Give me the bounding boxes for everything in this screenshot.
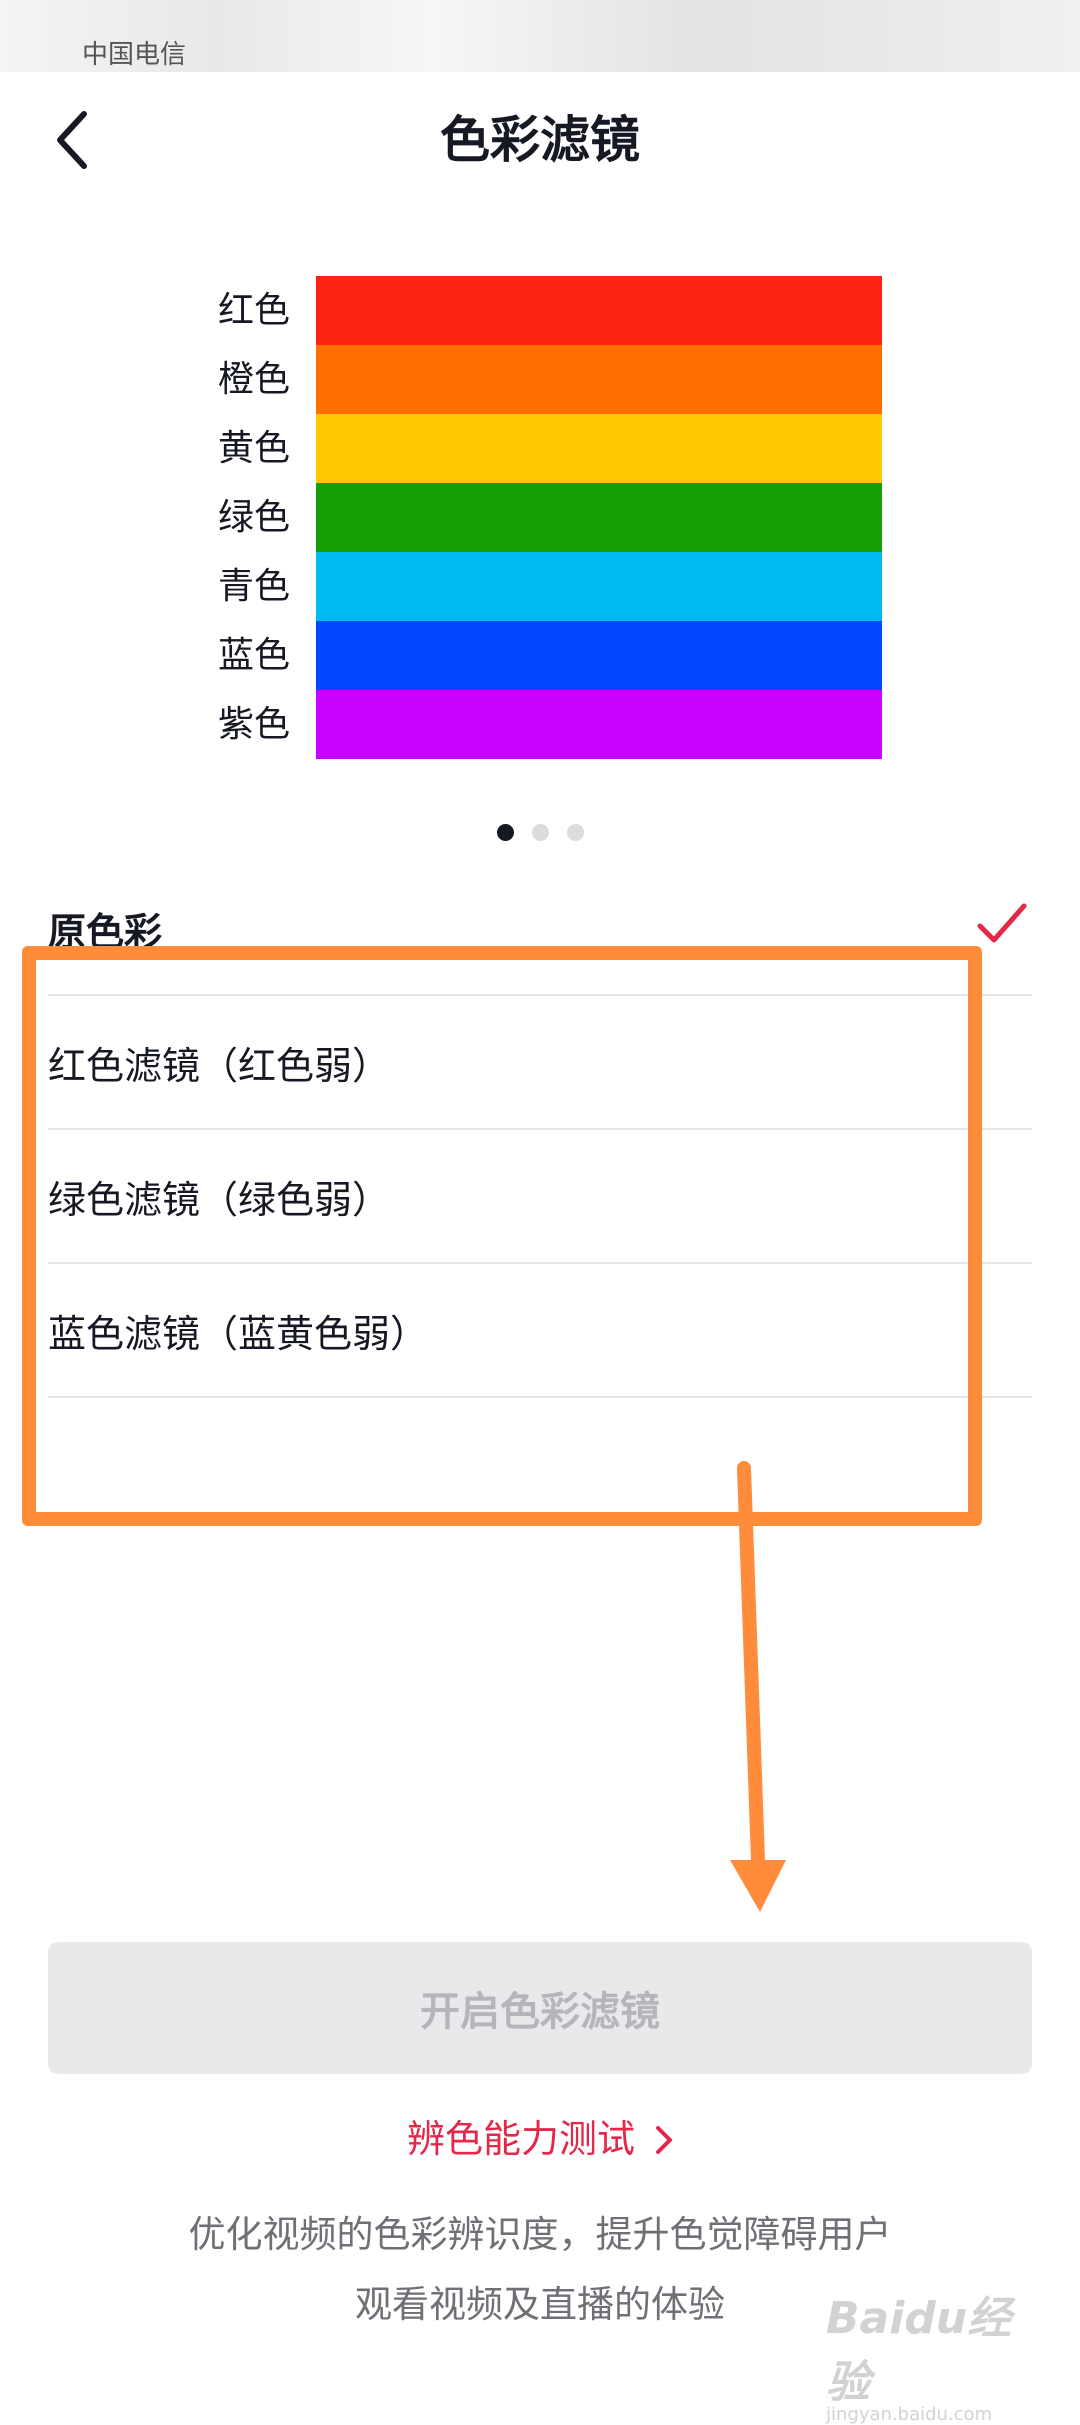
status-bar: 中国电信 <box>0 0 1080 72</box>
option-label: 绿色滤镜（绿色弱） <box>48 1177 391 1222</box>
swatch-green <box>316 483 882 552</box>
watermark-subtext: jingyan.baidu.com <box>826 2404 993 2425</box>
enable-filter-button[interactable]: 开启色彩滤镜 <box>48 1942 1032 2074</box>
color-test-link[interactable]: 辨色能力测试 <box>0 2108 1080 2163</box>
swatch-yellow <box>316 414 882 483</box>
swatch-cyan <box>316 552 882 621</box>
option-label: 原色彩 <box>48 909 163 954</box>
description-line-1: 优化视频的色彩辨识度，提升色觉障碍用户 <box>188 2213 892 2256</box>
page-dot-1[interactable] <box>496 824 514 841</box>
color-demo-swatches[interactable] <box>316 276 882 759</box>
demo-label-cyan: 青色 <box>217 566 290 607</box>
demo-label-red: 红色 <box>217 290 290 331</box>
demo-label-blue: 蓝色 <box>217 635 290 676</box>
color-demo-labels: 红色 橙色 黄色 绿色 青色 蓝色 紫色 <box>180 276 290 759</box>
demo-label-yellow: 黄色 <box>217 428 290 469</box>
swatch-purple <box>316 690 882 759</box>
swatch-blue <box>316 621 882 690</box>
watermark-logo: Baidu经验 jingyan.baidu.com <box>826 2282 1036 2425</box>
demo-label-green: 绿色 <box>217 497 290 538</box>
option-red-filter[interactable]: 红色滤镜（红色弱） <box>48 996 1032 1130</box>
page-indicator <box>0 824 1080 842</box>
option-original-color[interactable]: 原色彩 <box>48 862 1032 996</box>
checkmark-icon <box>977 903 1027 943</box>
option-blue-filter[interactable]: 蓝色滤镜（蓝黄色弱） <box>48 1264 1032 1398</box>
option-label: 蓝色滤镜（蓝黄色弱） <box>48 1311 429 1356</box>
option-green-filter[interactable]: 绿色滤镜（绿色弱） <box>48 1130 1032 1264</box>
page-dot-2[interactable] <box>531 824 549 841</box>
chevron-right-icon <box>643 2117 673 2161</box>
swatch-red <box>316 276 882 345</box>
page-dot-3[interactable] <box>566 824 584 841</box>
annotation-arrow-icon <box>730 1461 786 1912</box>
swatch-orange <box>316 345 882 414</box>
demo-label-purple: 紫色 <box>217 704 290 745</box>
page-title: 色彩滤镜 <box>440 111 640 169</box>
carrier-name: 中国电信 <box>82 40 187 70</box>
demo-label-orange: 橙色 <box>217 359 290 400</box>
watermark-text: Baidu经验 <box>826 2293 1012 2408</box>
option-label: 红色滤镜（红色弱） <box>48 1043 391 1088</box>
color-test-link-label: 辨色能力测试 <box>406 2117 635 2161</box>
